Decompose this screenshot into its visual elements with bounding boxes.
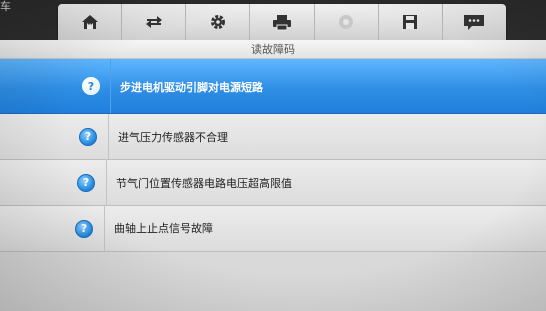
print-button[interactable] [250, 4, 315, 40]
printer-icon [272, 14, 292, 31]
vehicle-swap-icon [143, 14, 165, 30]
settings-button[interactable] [186, 4, 251, 40]
help-icon[interactable]: ? [75, 219, 93, 238]
help-icon[interactable]: ? [77, 173, 95, 192]
fault-code-label: 节气门位置传感器电路电压超高限值 [116, 177, 292, 190]
fault-code-label: 曲轴上止点信号故障 [114, 222, 213, 235]
home-button[interactable] [58, 4, 123, 40]
vehicle-swap-button[interactable] [122, 4, 187, 40]
help-disabled-icon [338, 14, 354, 30]
fault-code-item[interactable]: ? 步进电机驱动引脚对电源短路 [0, 59, 546, 114]
fault-code-item[interactable]: ? 节气门位置传感器电路电压超高限值 [0, 160, 546, 206]
message-icon [463, 14, 485, 31]
help-icon[interactable]: ? [82, 77, 100, 95]
fault-code-label: 进气压力传感器不合理 [118, 131, 228, 144]
device-screen: 车 读故障码 ? 步进电机驱动引脚对电源短路 ? 进气压力传感器不合理 ? 节气… [0, 0, 546, 311]
home-icon [81, 14, 99, 30]
row-divider [106, 160, 107, 205]
fault-code-panel: 读故障码 ? 步进电机驱动引脚对电源短路 ? 进气压力传感器不合理 ? 节气门位… [0, 40, 546, 311]
row-divider [104, 206, 105, 251]
page-title: 读故障码 [251, 43, 295, 56]
corner-text: 车 [0, 0, 11, 13]
fault-code-item[interactable]: ? 进气压力传感器不合理 [0, 114, 546, 160]
gear-icon [209, 13, 227, 31]
toolbar [58, 4, 506, 40]
fault-code-item[interactable]: ? 曲轴上止点信号故障 [0, 206, 546, 252]
row-divider [108, 114, 109, 159]
help-button[interactable] [315, 4, 379, 40]
row-divider [110, 59, 111, 113]
save-button[interactable] [379, 4, 443, 40]
fault-code-label: 步进电机驱动引脚对电源短路 [120, 81, 263, 94]
help-icon[interactable]: ? [79, 127, 97, 146]
page-title-bar: 读故障码 [0, 40, 546, 59]
save-icon [402, 14, 418, 30]
message-button[interactable] [443, 4, 506, 40]
